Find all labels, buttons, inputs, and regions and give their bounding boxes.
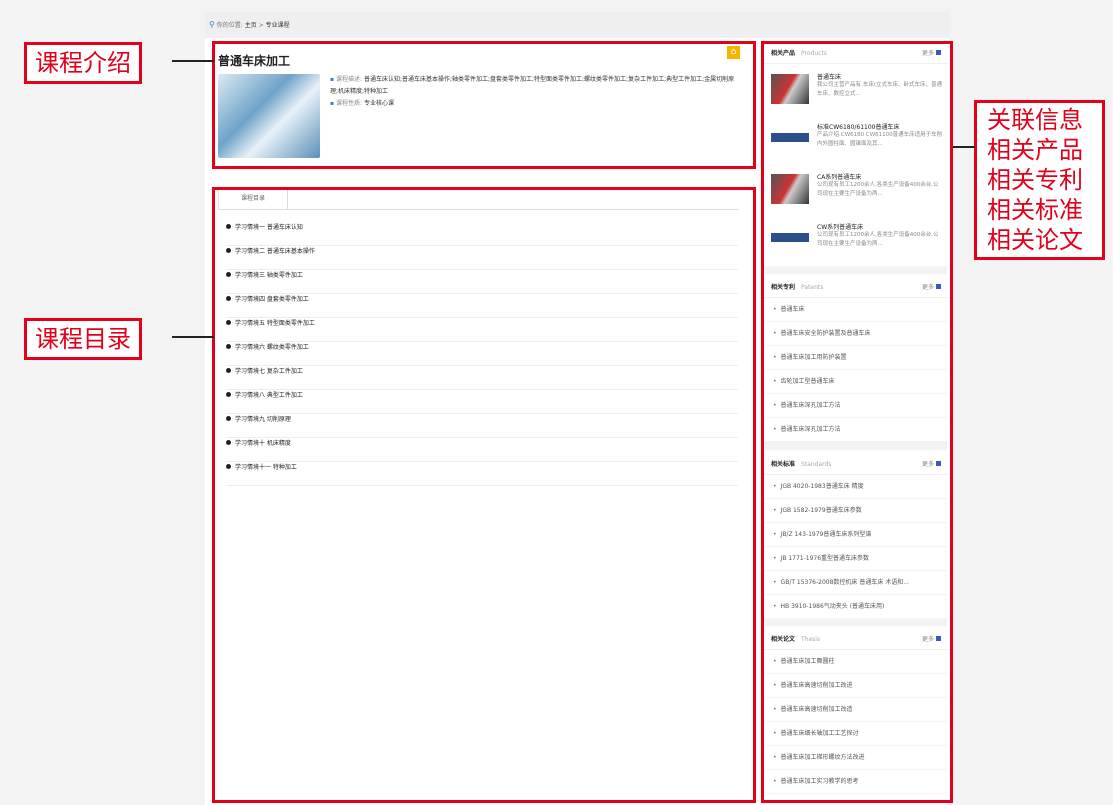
callout-related-line: 相关论文 xyxy=(987,226,1083,254)
callout-line xyxy=(172,336,214,338)
related-highlight-box xyxy=(761,41,953,803)
callout-course-intro: 课程介绍 xyxy=(24,42,142,84)
callout-related-line: 关联信息 xyxy=(987,106,1083,134)
callout-course-toc: 课程目录 xyxy=(24,318,142,360)
breadcrumb-current[interactable]: 专业课程 xyxy=(266,22,290,29)
callout-related: 关联信息 相关产品 相关专利 相关标准 相关论文 xyxy=(974,100,1105,260)
breadcrumb-home-link[interactable]: 主页 xyxy=(245,22,257,29)
breadcrumb: ⚲ 你的位置: 主页 > 专业课程 xyxy=(205,12,950,38)
intro-highlight-box xyxy=(212,41,756,169)
callout-related-line: 相关产品 xyxy=(987,136,1083,164)
breadcrumb-prefix: 你的位置: xyxy=(216,22,243,29)
callout-line xyxy=(953,146,975,148)
callout-line xyxy=(172,60,214,62)
callout-related-line: 相关专利 xyxy=(987,166,1083,194)
toc-highlight-box xyxy=(212,187,756,803)
location-pin-icon: ⚲ xyxy=(209,20,215,29)
callout-related-line: 相关标准 xyxy=(987,196,1083,224)
